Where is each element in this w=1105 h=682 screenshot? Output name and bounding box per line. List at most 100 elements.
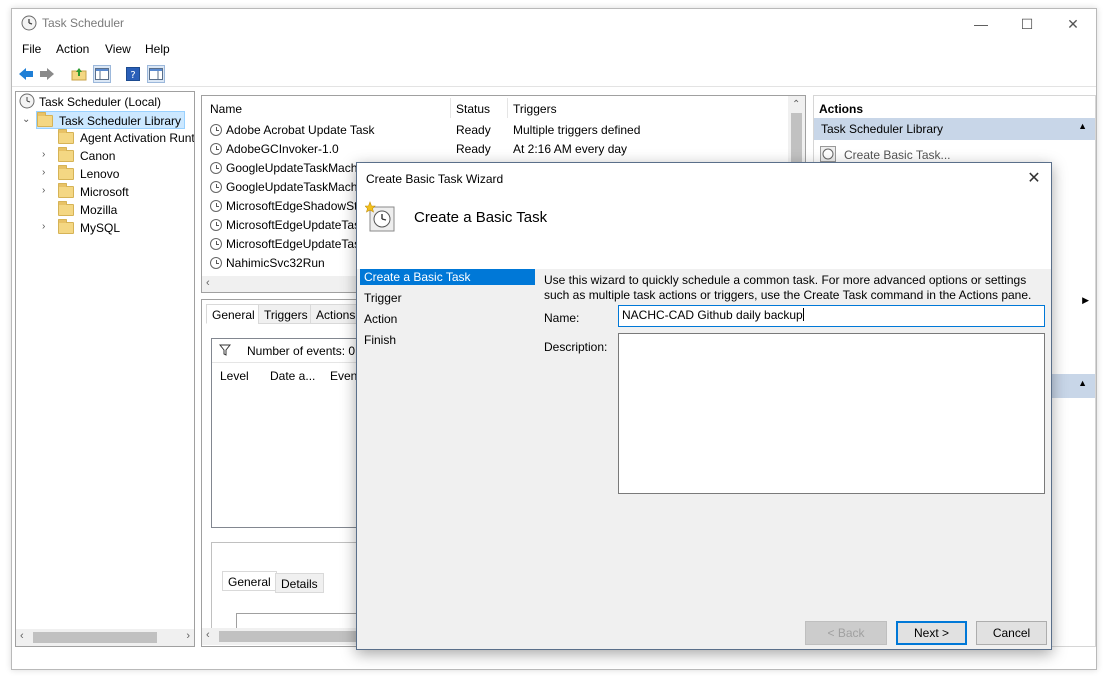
task-name: AdobeGCInvoker-1.0 bbox=[226, 142, 339, 156]
wizard-step-trigger[interactable]: Trigger bbox=[360, 290, 535, 306]
task-row[interactable]: GoogleUpdateTaskMachi bbox=[210, 159, 360, 178]
scrollbar-thumb[interactable] bbox=[219, 631, 369, 642]
show-hide-console-tree-icon[interactable] bbox=[93, 65, 111, 83]
actions-section-library[interactable]: Task Scheduler Library ▲ bbox=[814, 118, 1095, 140]
column-header-level[interactable]: Level bbox=[220, 369, 249, 383]
wizard-step-action[interactable]: Action bbox=[360, 311, 535, 327]
task-row[interactable]: AdobeGCInvoker-1.0 Ready At 2:16 AM ever… bbox=[210, 140, 627, 159]
tree-item-label: Mozilla bbox=[80, 203, 118, 217]
task-clock-icon bbox=[210, 257, 222, 269]
close-icon: ✕ bbox=[1067, 15, 1079, 32]
wizard-description: Use this wizard to quickly schedule a co… bbox=[544, 273, 1044, 303]
tab-details[interactable]: Details bbox=[275, 573, 324, 593]
collapse-up-icon[interactable]: ▲ bbox=[1078, 121, 1087, 131]
forward-arrow-icon[interactable] bbox=[38, 65, 56, 83]
task-name: GoogleUpdateTaskMachi bbox=[226, 180, 361, 194]
scroll-left-icon[interactable]: ‹ bbox=[20, 630, 24, 642]
help-icon[interactable]: ? bbox=[124, 65, 142, 83]
tree-item-mysql[interactable]: MySQL bbox=[58, 219, 120, 237]
tree-item-canon[interactable]: Canon bbox=[58, 147, 115, 165]
task-clock-icon bbox=[210, 219, 222, 231]
action-create-basic-task[interactable]: Create Basic Task... bbox=[820, 146, 951, 162]
actions-section-label: Task Scheduler Library bbox=[821, 122, 944, 136]
task-row[interactable]: Adobe Acrobat Update Task Ready Multiple… bbox=[210, 121, 640, 140]
menu-help[interactable]: Help bbox=[145, 42, 170, 56]
task-row[interactable]: NahimicSvc32Run bbox=[210, 254, 325, 273]
actions-header: Actions bbox=[819, 102, 864, 116]
chevron-down-icon[interactable]: ⌄ bbox=[22, 114, 30, 125]
chevron-right-icon[interactable]: › bbox=[42, 167, 45, 178]
scroll-right-icon[interactable]: › bbox=[186, 630, 190, 642]
scroll-up-icon[interactable]: ⌃ bbox=[792, 99, 800, 110]
chevron-right-icon[interactable]: › bbox=[42, 185, 45, 196]
column-header-name[interactable]: Name bbox=[210, 102, 242, 116]
close-icon: ✕ bbox=[1027, 170, 1041, 187]
tree-item-microsoft[interactable]: Microsoft bbox=[58, 183, 129, 201]
tab-triggers[interactable]: Triggers bbox=[258, 304, 314, 324]
dialog-banner: Create a Basic Task bbox=[357, 193, 1051, 269]
task-clock-icon bbox=[210, 124, 222, 136]
task-status: Ready bbox=[456, 123, 491, 137]
scroll-left-icon[interactable]: ‹ bbox=[206, 629, 210, 641]
task-clock-icon bbox=[210, 181, 222, 193]
task-clock-icon bbox=[210, 200, 222, 212]
submenu-arrow-icon[interactable]: ▶ bbox=[1082, 295, 1089, 306]
tree-item-agent-activation[interactable]: Agent Activation Runt bbox=[58, 129, 194, 147]
minimize-button[interactable]: — bbox=[958, 9, 1004, 39]
folder-icon bbox=[58, 129, 74, 144]
task-row[interactable]: GoogleUpdateTaskMachi bbox=[210, 178, 360, 197]
close-button[interactable]: ✕ bbox=[1050, 9, 1096, 39]
dialog-close-button[interactable]: ✕ bbox=[1017, 163, 1051, 193]
tree-root-label: Task Scheduler (Local) bbox=[39, 95, 162, 109]
task-name: MicrosoftEdgeUpdateTas bbox=[226, 237, 361, 251]
tab-general[interactable]: General bbox=[206, 304, 261, 324]
title-bar: Task Scheduler — ☐ ✕ bbox=[12, 9, 1096, 39]
up-folder-icon[interactable] bbox=[70, 65, 88, 83]
dialog-title: Create Basic Task Wizard bbox=[366, 172, 504, 186]
horizontal-scrollbar[interactable]: ‹ › bbox=[16, 629, 194, 646]
tab-general[interactable]: General bbox=[222, 571, 277, 591]
back-arrow-icon[interactable] bbox=[17, 65, 35, 83]
chevron-right-icon[interactable]: › bbox=[42, 149, 45, 160]
column-header-date[interactable]: Date a... bbox=[270, 369, 315, 383]
folder-icon bbox=[58, 183, 74, 198]
menu-action[interactable]: Action bbox=[56, 42, 89, 56]
tab-actions[interactable]: Actions bbox=[310, 304, 362, 324]
action-label: Create Basic Task... bbox=[844, 148, 951, 162]
task-status: Ready bbox=[456, 142, 491, 156]
menu-file[interactable]: File bbox=[22, 42, 41, 56]
show-hide-action-pane-icon[interactable] bbox=[147, 65, 165, 83]
name-label: Name: bbox=[544, 311, 580, 325]
menu-bar: File Action View Help bbox=[12, 39, 1096, 61]
description-label: Description: bbox=[544, 340, 608, 354]
back-button[interactable]: < Back bbox=[805, 621, 887, 645]
wizard-clock-icon bbox=[365, 201, 395, 232]
wizard-step-finish[interactable]: Finish bbox=[360, 332, 535, 348]
column-header-triggers[interactable]: Triggers bbox=[513, 102, 557, 116]
tree-item-mozilla[interactable]: Mozilla bbox=[58, 201, 117, 219]
chevron-right-icon[interactable]: › bbox=[42, 221, 45, 232]
tree-item-lenovo[interactable]: Lenovo bbox=[58, 165, 119, 183]
menu-view[interactable]: View bbox=[105, 42, 131, 56]
name-input[interactable]: NACHC-CAD Github daily backup bbox=[618, 305, 1045, 327]
scroll-left-icon[interactable]: ‹ bbox=[206, 277, 210, 289]
task-row[interactable]: MicrosoftEdgeShadowSta bbox=[210, 197, 364, 216]
dialog-title-bar: Create Basic Task Wizard ✕ bbox=[357, 163, 1051, 193]
next-button[interactable]: Next > bbox=[896, 621, 967, 645]
folder-icon bbox=[58, 201, 74, 216]
task-clock-icon bbox=[210, 162, 222, 174]
filter-icon[interactable] bbox=[219, 344, 231, 356]
tree-root[interactable]: Task Scheduler (Local) bbox=[19, 93, 161, 111]
column-header-status[interactable]: Status bbox=[456, 102, 490, 116]
maximize-button[interactable]: ☐ bbox=[1004, 9, 1050, 39]
collapse-up-icon[interactable]: ▲ bbox=[1078, 378, 1087, 388]
wizard-step-create[interactable]: Create a Basic Task bbox=[360, 269, 535, 285]
task-row[interactable]: MicrosoftEdgeUpdateTas bbox=[210, 216, 360, 235]
cancel-button[interactable]: Cancel bbox=[976, 621, 1047, 645]
task-row[interactable]: MicrosoftEdgeUpdateTas bbox=[210, 235, 360, 254]
wizard-description-line: such as multiple task actions or trigger… bbox=[544, 288, 1032, 302]
scrollbar-thumb[interactable] bbox=[33, 632, 157, 643]
tree-item-library[interactable]: Task Scheduler Library bbox=[36, 111, 186, 129]
description-textarea[interactable] bbox=[618, 333, 1045, 494]
task-name: MicrosoftEdgeShadowSta bbox=[226, 199, 365, 213]
